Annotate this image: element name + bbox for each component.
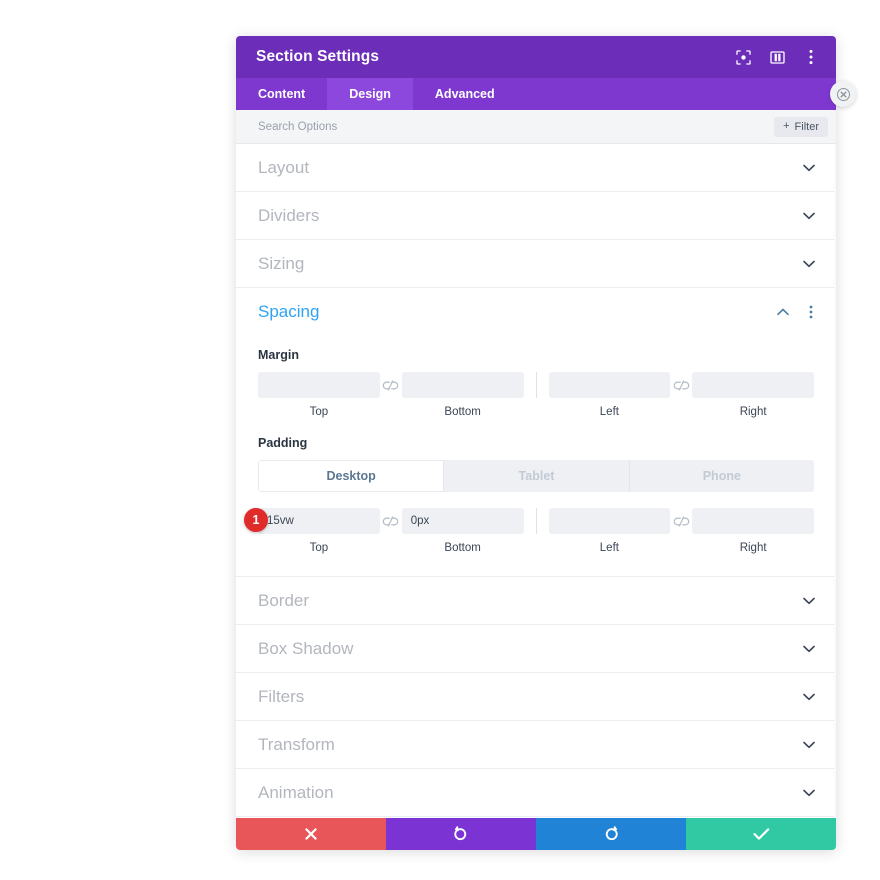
padding-fields: 1 Top [244,508,814,554]
close-icon [836,87,850,101]
device-tab-desktop[interactable]: Desktop [258,460,445,492]
margin-top-label: Top [309,406,329,418]
padding-label: Padding [258,436,308,450]
padding-left-label: Left [599,542,619,554]
device-tab-tablet[interactable]: Tablet [444,460,630,492]
chevron-down-icon [802,738,816,752]
tab-content[interactable]: Content [236,78,327,110]
close-modal-button[interactable] [830,81,856,107]
page-title: Section Settings [256,48,380,65]
padding-bottom-label: Bottom [444,542,481,554]
section-spacing-header[interactable]: Spacing [236,288,836,336]
chevron-down-icon [802,209,816,223]
divider [535,372,537,398]
modal-footer [236,818,836,850]
chevron-down-icon [802,642,816,656]
toggle-label: Box Shadow [258,638,354,658]
padding-top-input[interactable] [258,508,380,534]
padding-left-input[interactable] [548,508,671,534]
toggle-scroll-effects[interactable]: Scroll Effects [236,817,836,818]
link-padding-top-bottom-icon[interactable] [380,508,402,534]
margin-top-input[interactable] [258,372,380,398]
header-icon-group [734,48,820,66]
section-title: Spacing [258,302,320,321]
toggle-box-shadow[interactable]: Box Shadow [236,625,836,673]
margin-left-label: Left [599,406,619,418]
cancel-button[interactable] [236,818,386,850]
link-padding-left-right-icon[interactable] [670,508,692,534]
margin-label: Margin [258,348,299,362]
scrollbar-track[interactable] [834,144,836,818]
screen: Section Settings Content Design Advanced… [0,0,880,880]
margin-bottom-input[interactable] [401,372,524,398]
margin-fields: Top Bottom Left Right [258,372,814,418]
section-spacing-body: Margin Top Bottom Left Right Padding Des… [236,336,836,576]
padding-device-tabs: Desktop Tablet Phone [258,460,814,492]
toggle-label: Transform [258,734,335,754]
settings-body: Layout Dividers Sizing Spacing Margin To… [236,144,836,818]
toggle-label: Sizing [258,253,305,273]
redo-button[interactable] [536,818,686,850]
filter-label: Filter [794,120,819,133]
plus-icon: + [783,120,790,132]
margin-right-label: Right [739,406,767,418]
chevron-down-icon [802,594,816,608]
settings-tabbar: Content Design Advanced [236,78,836,110]
toggle-filters[interactable]: Filters [236,673,836,721]
chevron-up-icon[interactable] [776,305,790,319]
chevron-down-icon [802,786,816,800]
toggle-border[interactable]: Border [236,577,836,625]
toggle-layout[interactable]: Layout [236,144,836,192]
link-margin-left-right-icon[interactable] [670,372,692,398]
modal-header: Section Settings [236,36,836,78]
divider [535,508,537,534]
search-input[interactable] [258,120,775,133]
toggle-transform[interactable]: Transform [236,721,836,769]
chevron-down-icon [802,161,816,175]
undo-button[interactable] [386,818,536,850]
section-settings-modal: Section Settings Content Design Advanced… [236,36,836,850]
toggle-label: Animation [258,782,334,802]
section-more-options-icon[interactable] [804,305,818,319]
toggle-label: Dividers [258,205,320,225]
undo-icon [454,826,467,841]
toggle-label: Layout [258,157,310,177]
fullscreen-icon[interactable] [734,48,752,66]
more-options-icon[interactable] [802,48,820,66]
chevron-down-icon [802,257,816,271]
save-button[interactable] [686,818,836,850]
link-margin-top-bottom-icon[interactable] [380,372,402,398]
toggle-dividers[interactable]: Dividers [236,192,836,240]
device-tab-phone[interactable]: Phone [629,460,814,492]
panel-layout-icon[interactable] [768,48,786,66]
tab-advanced[interactable]: Advanced [413,78,517,110]
filter-button[interactable]: + Filter [774,116,828,137]
section-spacing: Spacing Margin Top Bottom Left Right Pad… [236,288,836,577]
checkmark-icon [753,828,769,840]
margin-bottom-label: Bottom [444,406,481,418]
padding-right-label: Right [739,542,767,554]
tab-design[interactable]: Design [327,78,413,110]
toggle-animation[interactable]: Animation [236,769,836,817]
margin-left-input[interactable] [548,372,671,398]
close-x-icon [305,828,317,840]
settings-scroll-area[interactable]: Layout Dividers Sizing Spacing Margin To… [236,144,836,818]
toggle-label: Border [258,590,310,610]
margin-right-input[interactable] [692,372,814,398]
redo-icon [605,826,618,841]
step-badge: 1 [244,508,268,532]
chevron-down-icon [802,690,816,704]
padding-right-input[interactable] [692,508,814,534]
padding-top-label: Top [309,542,329,554]
search-row: + Filter [236,110,836,144]
padding-bottom-input[interactable] [401,508,524,534]
toggle-label: Filters [258,686,305,706]
toggle-sizing[interactable]: Sizing [236,240,836,288]
